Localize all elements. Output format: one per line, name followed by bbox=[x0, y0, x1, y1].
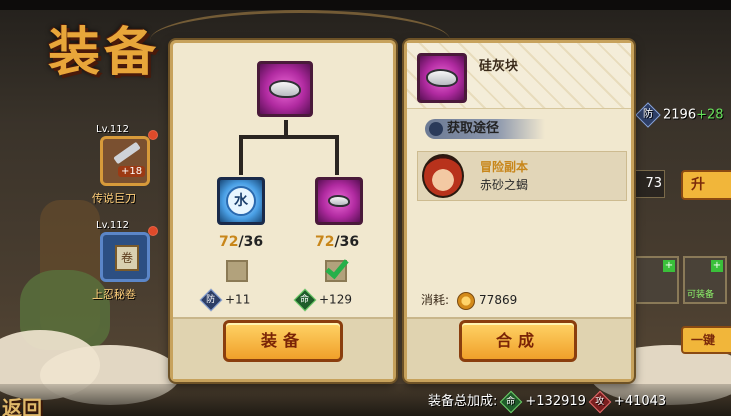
cost-value: 77869 bbox=[479, 293, 518, 307]
equippable-label: 可装备 bbox=[687, 290, 715, 300]
equippable-item[interactable]: + bbox=[635, 256, 679, 304]
plus-icon: + bbox=[663, 260, 675, 272]
material-checkbox-checked[interactable] bbox=[325, 254, 349, 282]
total-bonus: 装备总加成: 命 +132919 攻 +41043 bbox=[428, 390, 667, 413]
life-icon: 命 bbox=[293, 288, 317, 312]
slot-frame bbox=[100, 136, 150, 186]
acquire-section-label: 获取途径 bbox=[425, 119, 545, 139]
avatar bbox=[422, 154, 464, 198]
life-total: +132919 bbox=[525, 394, 586, 409]
slot-level: Lv.112 bbox=[96, 220, 129, 231]
source-subtitle: 赤砂之蝎 bbox=[480, 178, 529, 192]
coin-icon bbox=[457, 291, 476, 310]
source-title: 冒险副本 bbox=[480, 160, 529, 174]
slot-refine-level: +18 bbox=[118, 166, 146, 177]
page-title-text: 装备 bbox=[48, 22, 161, 83]
one-key-button[interactable]: 一键 bbox=[681, 326, 731, 354]
material-slot-stone[interactable] bbox=[315, 177, 363, 225]
water-element-icon: 水 bbox=[226, 186, 256, 216]
stat-bonus-life: 命 +129 bbox=[293, 288, 352, 312]
tree-connector bbox=[239, 135, 339, 139]
slot-frame: 卷 bbox=[100, 232, 150, 282]
equippable-item[interactable]: + 可装备 bbox=[683, 256, 727, 304]
plus-icon: + bbox=[711, 260, 723, 272]
defense-bonus: +28 bbox=[696, 107, 724, 123]
stat-bonus-defense: 防 +11 bbox=[199, 288, 251, 312]
craft-button[interactable]: 合成 bbox=[459, 320, 577, 362]
stat-value: +11 bbox=[225, 292, 251, 307]
stone-icon bbox=[426, 69, 458, 87]
right-side-panel: 防 2196+28 73 升 + + 可装备 一键 bbox=[635, 96, 731, 396]
back-button[interactable]: 返回 bbox=[2, 392, 42, 416]
tree-connector bbox=[239, 135, 243, 175]
stone-icon bbox=[328, 195, 350, 207]
attack-total: +41043 bbox=[613, 394, 667, 409]
scroll-icon: 卷 bbox=[115, 245, 139, 271]
material-count: 72/36 bbox=[315, 234, 360, 250]
notification-dot bbox=[148, 130, 158, 140]
total-bonus-label: 装备总加成: bbox=[428, 394, 498, 409]
material-checkbox[interactable] bbox=[226, 260, 248, 282]
target-item-slot[interactable] bbox=[257, 61, 313, 117]
path-icon bbox=[429, 122, 443, 136]
checkmark-icon bbox=[325, 254, 349, 280]
stone-icon bbox=[269, 80, 301, 98]
defense-icon: 防 bbox=[635, 102, 661, 128]
bottom-bar: 装备总加成: 命 +132919 攻 +41043 bbox=[0, 384, 731, 416]
notification-dot bbox=[148, 226, 158, 236]
cost-label: 消耗: bbox=[421, 293, 450, 307]
slot-name: 上忍秘卷 bbox=[92, 288, 136, 301]
tree-connector bbox=[335, 135, 339, 175]
attack-icon: 攻 bbox=[588, 390, 612, 413]
equipment-slot-scroll[interactable]: Lv.112 卷 上忍秘卷 bbox=[88, 220, 158, 304]
tree-connector bbox=[284, 120, 288, 136]
blade-icon bbox=[113, 141, 141, 165]
slot-name: 传说巨刀 bbox=[92, 192, 136, 205]
craft-cost: 消耗: 77869 bbox=[421, 291, 517, 310]
source-row-adventure[interactable]: 冒险副本 赤砂之蝎 bbox=[417, 151, 627, 201]
item-name: 硅灰块 bbox=[479, 59, 519, 74]
recipe-panel: 水 72/36 72/36 防 +11 命 +129 装备 bbox=[170, 40, 396, 382]
item-icon-slot bbox=[417, 53, 467, 103]
page-title: 装备 bbox=[48, 10, 160, 85]
life-icon: 命 bbox=[500, 390, 523, 413]
material-slot-water[interactable]: 水 bbox=[217, 177, 265, 225]
stat-value: +129 bbox=[319, 292, 352, 307]
defense-value: 2196 bbox=[663, 107, 697, 123]
top-bar bbox=[0, 0, 731, 10]
material-count: 72/36 bbox=[219, 234, 264, 250]
defense-stat: 防 2196+28 bbox=[635, 102, 724, 128]
equip-button[interactable]: 装备 bbox=[223, 320, 343, 362]
upgrade-button[interactable]: 升 bbox=[681, 170, 731, 200]
item-info-panel: 硅灰块 获取途径 冒险副本 赤砂之蝎 消耗: 77869 合成 bbox=[404, 40, 634, 382]
equipment-slot-weapon[interactable]: Lv.112 +18 传说巨刀 bbox=[88, 124, 158, 208]
slot-level: Lv.112 bbox=[96, 124, 129, 135]
level-box: 73 bbox=[635, 170, 665, 198]
defense-icon: 防 bbox=[199, 288, 223, 312]
